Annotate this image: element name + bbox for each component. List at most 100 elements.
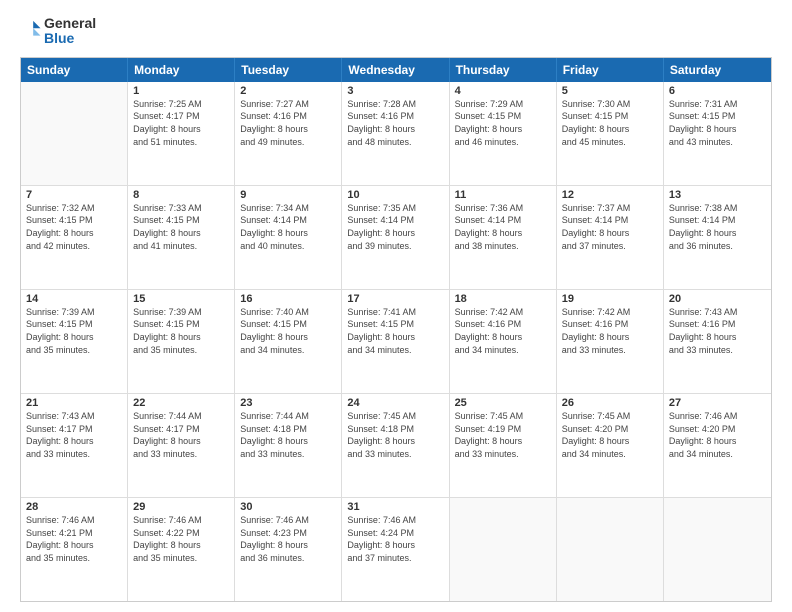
calendar-cell: 16Sunrise: 7:40 AM Sunset: 4:15 PM Dayli… <box>235 290 342 393</box>
calendar-cell: 29Sunrise: 7:46 AM Sunset: 4:22 PM Dayli… <box>128 498 235 601</box>
day-number: 23 <box>240 397 336 409</box>
day-info: Sunrise: 7:43 AM Sunset: 4:17 PM Dayligh… <box>26 410 122 460</box>
day-info: Sunrise: 7:45 AM Sunset: 4:18 PM Dayligh… <box>347 410 443 460</box>
day-info: Sunrise: 7:46 AM Sunset: 4:21 PM Dayligh… <box>26 514 122 564</box>
calendar-cell: 25Sunrise: 7:45 AM Sunset: 4:19 PM Dayli… <box>450 394 557 497</box>
day-number: 7 <box>26 189 122 201</box>
day-info: Sunrise: 7:46 AM Sunset: 4:20 PM Dayligh… <box>669 410 766 460</box>
day-number: 9 <box>240 189 336 201</box>
day-info: Sunrise: 7:42 AM Sunset: 4:16 PM Dayligh… <box>455 306 551 356</box>
day-number: 5 <box>562 85 658 97</box>
day-info: Sunrise: 7:27 AM Sunset: 4:16 PM Dayligh… <box>240 98 336 148</box>
calendar-header-cell: Wednesday <box>342 58 449 82</box>
logo-line1: General <box>44 16 96 31</box>
calendar-cell: 18Sunrise: 7:42 AM Sunset: 4:16 PM Dayli… <box>450 290 557 393</box>
day-number: 22 <box>133 397 229 409</box>
day-number: 14 <box>26 293 122 305</box>
calendar-cell <box>664 498 771 601</box>
day-number: 24 <box>347 397 443 409</box>
day-info: Sunrise: 7:42 AM Sunset: 4:16 PM Dayligh… <box>562 306 658 356</box>
calendar-cell <box>21 82 128 185</box>
day-info: Sunrise: 7:25 AM Sunset: 4:17 PM Dayligh… <box>133 98 229 148</box>
day-info: Sunrise: 7:38 AM Sunset: 4:14 PM Dayligh… <box>669 202 766 252</box>
calendar-cell: 8Sunrise: 7:33 AM Sunset: 4:15 PM Daylig… <box>128 186 235 289</box>
calendar-header-cell: Thursday <box>450 58 557 82</box>
day-info: Sunrise: 7:39 AM Sunset: 4:15 PM Dayligh… <box>133 306 229 356</box>
calendar-header-cell: Monday <box>128 58 235 82</box>
calendar-cell: 27Sunrise: 7:46 AM Sunset: 4:20 PM Dayli… <box>664 394 771 497</box>
day-number: 13 <box>669 189 766 201</box>
day-info: Sunrise: 7:30 AM Sunset: 4:15 PM Dayligh… <box>562 98 658 148</box>
calendar-cell: 30Sunrise: 7:46 AM Sunset: 4:23 PM Dayli… <box>235 498 342 601</box>
day-info: Sunrise: 7:45 AM Sunset: 4:20 PM Dayligh… <box>562 410 658 460</box>
day-number: 15 <box>133 293 229 305</box>
calendar-cell: 4Sunrise: 7:29 AM Sunset: 4:15 PM Daylig… <box>450 82 557 185</box>
calendar-cell: 17Sunrise: 7:41 AM Sunset: 4:15 PM Dayli… <box>342 290 449 393</box>
day-info: Sunrise: 7:46 AM Sunset: 4:23 PM Dayligh… <box>240 514 336 564</box>
day-info: Sunrise: 7:29 AM Sunset: 4:15 PM Dayligh… <box>455 98 551 148</box>
calendar-cell: 24Sunrise: 7:45 AM Sunset: 4:18 PM Dayli… <box>342 394 449 497</box>
day-number: 1 <box>133 85 229 97</box>
day-number: 29 <box>133 501 229 513</box>
calendar-header-cell: Sunday <box>21 58 128 82</box>
calendar-cell: 26Sunrise: 7:45 AM Sunset: 4:20 PM Dayli… <box>557 394 664 497</box>
calendar-cell: 9Sunrise: 7:34 AM Sunset: 4:14 PM Daylig… <box>235 186 342 289</box>
day-info: Sunrise: 7:45 AM Sunset: 4:19 PM Dayligh… <box>455 410 551 460</box>
calendar-cell: 19Sunrise: 7:42 AM Sunset: 4:16 PM Dayli… <box>557 290 664 393</box>
calendar-cell: 2Sunrise: 7:27 AM Sunset: 4:16 PM Daylig… <box>235 82 342 185</box>
day-info: Sunrise: 7:34 AM Sunset: 4:14 PM Dayligh… <box>240 202 336 252</box>
calendar-header-cell: Saturday <box>664 58 771 82</box>
day-number: 19 <box>562 293 658 305</box>
day-info: Sunrise: 7:35 AM Sunset: 4:14 PM Dayligh… <box>347 202 443 252</box>
day-number: 16 <box>240 293 336 305</box>
day-number: 30 <box>240 501 336 513</box>
calendar-week: 1Sunrise: 7:25 AM Sunset: 4:17 PM Daylig… <box>21 82 771 186</box>
day-info: Sunrise: 7:28 AM Sunset: 4:16 PM Dayligh… <box>347 98 443 148</box>
day-info: Sunrise: 7:39 AM Sunset: 4:15 PM Dayligh… <box>26 306 122 356</box>
page: General Blue SundayMondayTuesdayWednesda… <box>0 0 792 612</box>
calendar-cell: 11Sunrise: 7:36 AM Sunset: 4:14 PM Dayli… <box>450 186 557 289</box>
day-number: 3 <box>347 85 443 97</box>
logo: General Blue <box>20 16 96 47</box>
calendar-week: 14Sunrise: 7:39 AM Sunset: 4:15 PM Dayli… <box>21 290 771 394</box>
day-info: Sunrise: 7:41 AM Sunset: 4:15 PM Dayligh… <box>347 306 443 356</box>
calendar-cell: 15Sunrise: 7:39 AM Sunset: 4:15 PM Dayli… <box>128 290 235 393</box>
day-info: Sunrise: 7:46 AM Sunset: 4:24 PM Dayligh… <box>347 514 443 564</box>
calendar-cell: 13Sunrise: 7:38 AM Sunset: 4:14 PM Dayli… <box>664 186 771 289</box>
day-number: 18 <box>455 293 551 305</box>
calendar-week: 28Sunrise: 7:46 AM Sunset: 4:21 PM Dayli… <box>21 498 771 601</box>
logo-line2: Blue <box>44 31 96 46</box>
day-info: Sunrise: 7:36 AM Sunset: 4:14 PM Dayligh… <box>455 202 551 252</box>
day-number: 2 <box>240 85 336 97</box>
calendar-cell: 7Sunrise: 7:32 AM Sunset: 4:15 PM Daylig… <box>21 186 128 289</box>
day-number: 4 <box>455 85 551 97</box>
calendar-cell: 31Sunrise: 7:46 AM Sunset: 4:24 PM Dayli… <box>342 498 449 601</box>
calendar-cell: 28Sunrise: 7:46 AM Sunset: 4:21 PM Dayli… <box>21 498 128 601</box>
logo-icon <box>20 18 42 40</box>
day-info: Sunrise: 7:32 AM Sunset: 4:15 PM Dayligh… <box>26 202 122 252</box>
calendar-cell: 1Sunrise: 7:25 AM Sunset: 4:17 PM Daylig… <box>128 82 235 185</box>
day-info: Sunrise: 7:40 AM Sunset: 4:15 PM Dayligh… <box>240 306 336 356</box>
day-number: 6 <box>669 85 766 97</box>
day-number: 20 <box>669 293 766 305</box>
calendar-header-cell: Tuesday <box>235 58 342 82</box>
day-number: 26 <box>562 397 658 409</box>
calendar-cell: 22Sunrise: 7:44 AM Sunset: 4:17 PM Dayli… <box>128 394 235 497</box>
calendar-cell: 12Sunrise: 7:37 AM Sunset: 4:14 PM Dayli… <box>557 186 664 289</box>
day-info: Sunrise: 7:31 AM Sunset: 4:15 PM Dayligh… <box>669 98 766 148</box>
day-number: 10 <box>347 189 443 201</box>
day-info: Sunrise: 7:46 AM Sunset: 4:22 PM Dayligh… <box>133 514 229 564</box>
calendar-cell <box>450 498 557 601</box>
day-info: Sunrise: 7:33 AM Sunset: 4:15 PM Dayligh… <box>133 202 229 252</box>
day-number: 27 <box>669 397 766 409</box>
calendar-week: 21Sunrise: 7:43 AM Sunset: 4:17 PM Dayli… <box>21 394 771 498</box>
day-number: 12 <box>562 189 658 201</box>
calendar-body: 1Sunrise: 7:25 AM Sunset: 4:17 PM Daylig… <box>21 82 771 601</box>
day-number: 8 <box>133 189 229 201</box>
calendar-header: SundayMondayTuesdayWednesdayThursdayFrid… <box>21 58 771 82</box>
calendar-header-cell: Friday <box>557 58 664 82</box>
calendar-cell: 6Sunrise: 7:31 AM Sunset: 4:15 PM Daylig… <box>664 82 771 185</box>
calendar-cell: 14Sunrise: 7:39 AM Sunset: 4:15 PM Dayli… <box>21 290 128 393</box>
calendar-cell: 3Sunrise: 7:28 AM Sunset: 4:16 PM Daylig… <box>342 82 449 185</box>
calendar-cell: 21Sunrise: 7:43 AM Sunset: 4:17 PM Dayli… <box>21 394 128 497</box>
